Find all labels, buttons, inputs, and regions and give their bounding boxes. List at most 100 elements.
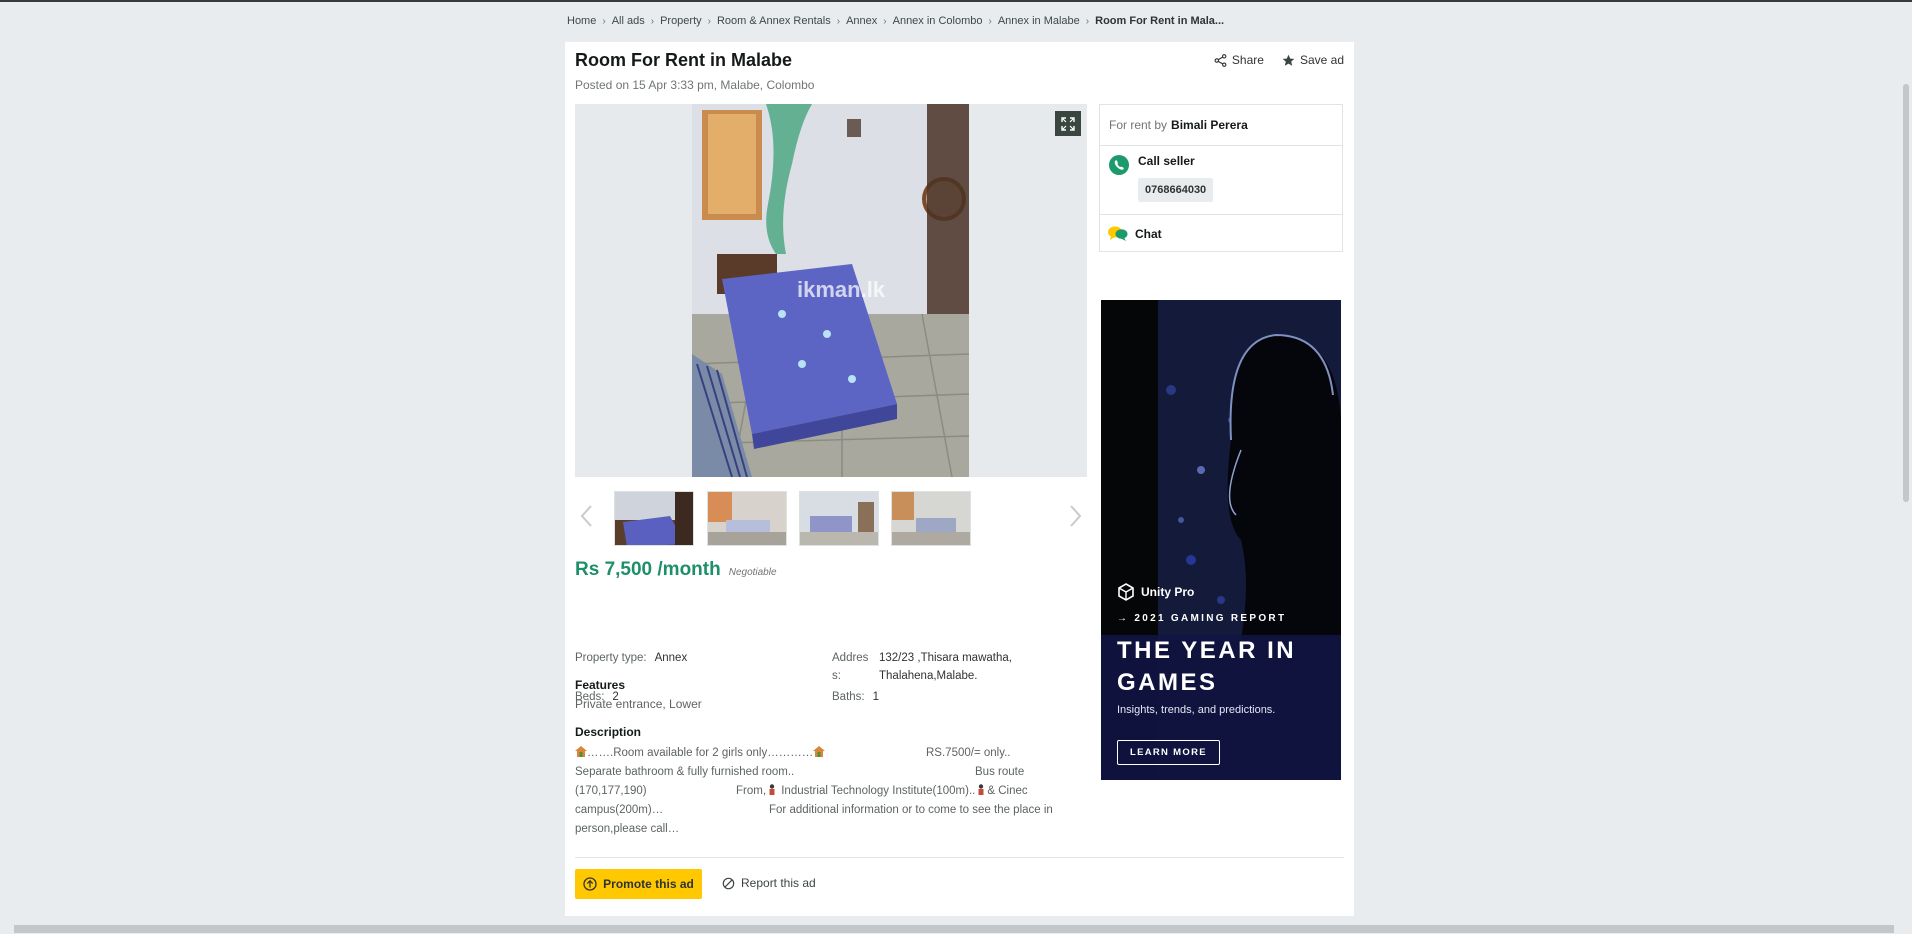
learn-more-button[interactable]: LEARN MORE bbox=[1117, 740, 1220, 765]
baths-value: 1 bbox=[872, 691, 880, 703]
call-seller-label: Call seller bbox=[1138, 154, 1195, 168]
chevron-right-icon: › bbox=[988, 15, 992, 27]
thumb-next-button[interactable] bbox=[1065, 503, 1085, 529]
chevron-right-icon bbox=[1070, 505, 1082, 527]
advert-subtitle: → 2021 GAMING REPORT bbox=[1117, 613, 1287, 624]
vertical-scrollbar[interactable] bbox=[1903, 84, 1909, 502]
seller-row: For rent by Bimali Perera bbox=[1100, 105, 1342, 146]
report-label: Report this ad bbox=[741, 876, 816, 890]
seller-panel: For rent by Bimali Perera Call seller 07… bbox=[1099, 104, 1343, 252]
posted-info: Posted on 15 Apr 3:33 pm, Malabe, Colomb… bbox=[575, 78, 815, 92]
price-amount: Rs 7,500 /month bbox=[575, 559, 721, 580]
breadcrumb-property[interactable]: Property bbox=[660, 15, 702, 27]
for-rent-by-label: For rent by bbox=[1109, 118, 1168, 132]
watermark: ikman.lk bbox=[797, 277, 886, 302]
description-line5-a: person,please call… bbox=[575, 823, 680, 835]
description-line1-a: …….Room available for 2 girls only………… bbox=[587, 747, 814, 759]
house-emoji-icon bbox=[813, 746, 826, 757]
share-button[interactable]: Share bbox=[1214, 53, 1264, 67]
breadcrumb-annex[interactable]: Annex bbox=[846, 15, 877, 27]
features-text: Private entrance, Lower bbox=[575, 697, 702, 711]
unity-logo-icon bbox=[1118, 583, 1134, 601]
description-text: …….Room available for 2 girls only………… R… bbox=[575, 744, 1080, 839]
phone-icon bbox=[1109, 155, 1129, 175]
save-ad-label: Save ad bbox=[1299, 53, 1344, 67]
thumbnail-image bbox=[892, 492, 970, 545]
property-type-value: Annex bbox=[654, 652, 688, 664]
chevron-right-icon: › bbox=[650, 15, 655, 27]
chevron-right-icon: › bbox=[602, 15, 606, 27]
share-icon bbox=[1214, 53, 1227, 67]
advert-description: Insights, trends, and predictions. bbox=[1117, 704, 1276, 716]
promote-ad-button[interactable]: Promote this ad bbox=[575, 869, 702, 899]
property-type-key: Property type: bbox=[575, 652, 647, 664]
price: Rs 7,500 /month Negotiable bbox=[575, 559, 777, 581]
description-line4-a: campus(200m)… bbox=[575, 804, 664, 816]
address-key-line1: Addres bbox=[832, 652, 869, 664]
thumbnail-image bbox=[708, 492, 786, 545]
report-icon bbox=[722, 877, 735, 889]
promote-label: Promote this ad bbox=[603, 877, 694, 891]
person-emoji-icon bbox=[769, 784, 775, 795]
thumb-prev-button[interactable] bbox=[577, 503, 597, 529]
report-ad-link[interactable]: Report this ad bbox=[722, 876, 816, 890]
save-ad-button[interactable]: Save ad bbox=[1282, 53, 1344, 67]
features-heading: Features bbox=[575, 678, 626, 692]
thumbnail-3[interactable] bbox=[799, 491, 879, 546]
thumbnail-4[interactable] bbox=[891, 491, 971, 546]
description-line4-b: For additional information or to come to… bbox=[769, 804, 1053, 816]
ad-actions: Share Save ad bbox=[1214, 53, 1344, 67]
breadcrumb-all-ads[interactable]: All ads bbox=[612, 15, 645, 27]
ad-card: Room For Rent in Malabe Posted on 15 Apr… bbox=[565, 42, 1354, 916]
house-emoji-icon bbox=[575, 746, 587, 757]
breadcrumb-room-annex[interactable]: Room & Annex Rentals bbox=[717, 15, 831, 27]
divider bbox=[575, 857, 1344, 858]
horizontal-scrollbar[interactable] bbox=[14, 925, 1894, 933]
image-gallery[interactable]: ikman.lk bbox=[575, 104, 1087, 477]
seller-name[interactable]: Bimali Perera bbox=[1171, 118, 1248, 132]
description-line3-a: (170,177,190) bbox=[575, 785, 647, 797]
expand-icon bbox=[1061, 116, 1075, 131]
breadcrumb-annex-colombo[interactable]: Annex in Colombo bbox=[893, 15, 983, 27]
address-key: Addres s: bbox=[832, 652, 876, 682]
star-icon bbox=[1282, 54, 1295, 66]
chevron-right-icon: › bbox=[883, 15, 887, 27]
description-line3-b: From, bbox=[736, 785, 767, 797]
browser-top-line bbox=[0, 0, 1912, 2]
negotiable-label: Negotiable bbox=[728, 567, 777, 578]
thumbnail-image bbox=[615, 492, 693, 545]
thumbnail-strip bbox=[575, 489, 1087, 546]
description-line3-d: & Cinec bbox=[987, 785, 1028, 797]
description-line3-c: Industrial Technology Institute(100m).. bbox=[778, 785, 976, 797]
address-value-line1: 132/23 ,Thisara mawatha, bbox=[879, 652, 1012, 664]
breadcrumb-home[interactable]: Home bbox=[567, 15, 596, 27]
thumbnail-image bbox=[800, 492, 878, 545]
chat-row[interactable]: Chat bbox=[1100, 215, 1342, 253]
fullscreen-button[interactable] bbox=[1055, 111, 1081, 136]
chat-icon bbox=[1108, 226, 1128, 241]
property-type: Property type: Annex bbox=[575, 652, 687, 664]
main-photo[interactable]: ikman.lk bbox=[692, 104, 969, 477]
thumbnail-1[interactable] bbox=[614, 491, 694, 546]
chevron-right-icon: › bbox=[836, 15, 841, 27]
person-emoji-icon bbox=[978, 784, 984, 795]
share-label: Share bbox=[1231, 53, 1264, 67]
address-key-line2: s: bbox=[832, 670, 841, 682]
baths-key: Baths: bbox=[832, 691, 865, 703]
call-seller-row[interactable]: Call seller 0768664030 bbox=[1100, 146, 1342, 215]
breadcrumb-annex-malabe[interactable]: Annex in Malabe bbox=[998, 15, 1080, 27]
address-value-line2: Thalahena,Malabe. bbox=[879, 670, 978, 682]
unity-advert[interactable]: Unity Pro → 2021 GAMING REPORT THE YEAR … bbox=[1101, 300, 1341, 780]
unity-brand-label: Unity Pro bbox=[1141, 585, 1195, 599]
unity-brand: Unity Pro bbox=[1117, 583, 1194, 601]
breadcrumb-current: Room For Rent in Mala... bbox=[1095, 15, 1225, 27]
chevron-right-icon: › bbox=[707, 15, 711, 27]
chevron-left-icon bbox=[580, 505, 592, 527]
baths: Baths: 1 bbox=[832, 691, 879, 703]
address-value: 132/23 ,Thisara mawatha, Thalahena,Malab… bbox=[879, 652, 1012, 682]
description-line2-b: Bus route bbox=[975, 766, 1025, 778]
chat-label: Chat bbox=[1135, 227, 1162, 241]
chevron-right-icon: › bbox=[1085, 15, 1090, 27]
phone-number[interactable]: 0768664030 bbox=[1138, 178, 1214, 202]
thumbnail-2[interactable] bbox=[707, 491, 787, 546]
